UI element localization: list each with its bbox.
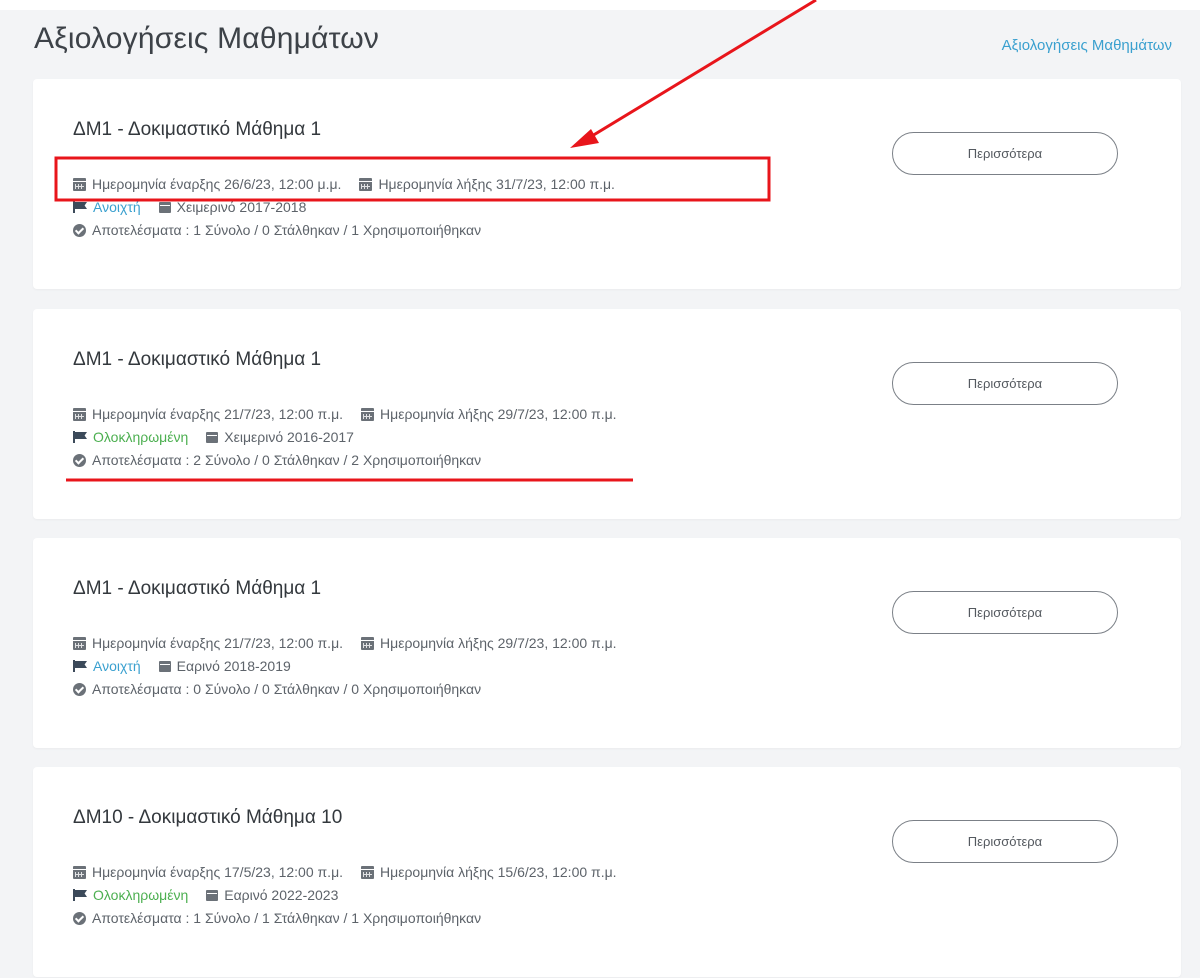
calendar-icon	[73, 177, 86, 191]
calendar-icon	[361, 636, 375, 650]
check-circle-icon	[73, 223, 86, 237]
check-circle-icon	[73, 911, 86, 925]
evaluation-card: ΔΜ1 - Δοκιμαστικό Μάθημα 1 Ημερομηνία έν…	[33, 79, 1181, 289]
date-row: Ημερομηνία έναρξης 21/7/23, 12:00 π.μ. Η…	[73, 635, 617, 651]
folder-icon	[206, 431, 219, 443]
results-row: Αποτελέσματα : 1 Σύνολο / 1 Στάλθηκαν / …	[73, 910, 481, 926]
status-row: Ολοκληρωμένη Χειμερινό 2016-2017	[73, 429, 354, 445]
check-circle-icon	[73, 682, 86, 696]
calendar-icon	[73, 407, 86, 421]
course-title: ΔΜ1 - Δοκιμαστικό Μάθημα 1	[73, 578, 322, 599]
results-summary: Αποτελέσματα : 2 Σύνολο / 0 Στάλθηκαν / …	[92, 452, 482, 468]
calendar-icon	[73, 865, 86, 879]
end-date: Ημερομηνία λήξης 15/6/23, 12:00 π.μ.	[380, 864, 617, 880]
evaluation-card: ΔΜ1 - Δοκιμαστικό Μάθημα 1 Ημερομηνία έν…	[33, 309, 1181, 519]
course-title: ΔΜ10 - Δοκιμαστικό Μάθημα 10	[73, 807, 343, 828]
calendar-icon	[361, 407, 375, 421]
evaluation-card: ΔΜ1 - Δοκιμαστικό Μάθημα 1 Ημερομηνία έν…	[33, 538, 1181, 748]
semester-label: Εαρινό 2022-2023	[224, 887, 339, 903]
status-row: Ανοιχτή Χειμερινό 2017-2018	[73, 199, 306, 215]
folder-icon	[206, 889, 219, 901]
folder-icon	[158, 201, 171, 213]
flag-icon	[73, 889, 87, 901]
semester-label: Εαρινό 2018-2019	[176, 658, 291, 674]
breadcrumb-link[interactable]: Αξιολογήσεις Μαθημάτων	[1002, 37, 1172, 54]
page-title: Αξιολογήσεις Μαθημάτων	[34, 22, 380, 55]
calendar-icon	[359, 177, 373, 191]
results-row: Αποτελέσματα : 2 Σύνολο / 0 Στάλθηκαν / …	[73, 452, 481, 468]
results-summary: Αποτελέσματα : 1 Σύνολο / 0 Στάλθηκαν / …	[92, 222, 482, 238]
more-button[interactable]: Περισσότερα	[892, 362, 1118, 405]
date-row: Ημερομηνία έναρξης 21/7/23, 12:00 π.μ. Η…	[73, 406, 617, 422]
start-date: Ημερομηνία έναρξης 21/7/23, 12:00 π.μ.	[92, 635, 344, 651]
more-button[interactable]: Περισσότερα	[892, 591, 1118, 634]
folder-icon	[158, 660, 171, 672]
results-row: Αποτελέσματα : 1 Σύνολο / 0 Στάλθηκαν / …	[73, 222, 481, 238]
course-title: ΔΜ1 - Δοκιμαστικό Μάθημα 1	[73, 349, 322, 370]
status-label: Ανοιχτή	[93, 658, 141, 674]
status-label: Ολοκληρωμένη	[93, 429, 189, 445]
start-date: Ημερομηνία έναρξης 21/7/23, 12:00 π.μ.	[92, 406, 344, 422]
results-row: Αποτελέσματα : 0 Σύνολο / 0 Στάλθηκαν / …	[73, 681, 481, 697]
status-label: Ολοκληρωμένη	[93, 887, 189, 903]
check-circle-icon	[73, 453, 86, 467]
flag-icon	[73, 431, 87, 443]
more-button[interactable]: Περισσότερα	[892, 132, 1118, 175]
status-label: Ανοιχτή	[93, 199, 141, 215]
end-date: Ημερομηνία λήξης 29/7/23, 12:00 π.μ.	[380, 406, 617, 422]
end-date: Ημερομηνία λήξης 29/7/23, 12:00 π.μ.	[380, 635, 617, 651]
flag-icon	[73, 201, 87, 213]
end-date: Ημερομηνία λήξης 31/7/23, 12:00 π.μ.	[378, 176, 615, 192]
results-summary: Αποτελέσματα : 1 Σύνολο / 1 Στάλθηκαν / …	[92, 910, 482, 926]
semester-label: Χειμερινό 2017-2018	[176, 199, 307, 215]
evaluation-card: ΔΜ10 - Δοκιμαστικό Μάθημα 10 Ημερομηνία …	[33, 767, 1181, 977]
flag-icon	[73, 660, 87, 672]
semester-label: Χειμερινό 2016-2017	[224, 429, 354, 445]
date-row: Ημερομηνία έναρξης 17/5/23, 12:00 π.μ. Η…	[73, 864, 617, 880]
calendar-icon	[73, 636, 86, 650]
course-title: ΔΜ1 - Δοκιμαστικό Μάθημα 1	[73, 119, 322, 140]
start-date: Ημερομηνία έναρξης 17/5/23, 12:00 π.μ.	[92, 864, 344, 880]
status-row: Ολοκληρωμένη Εαρινό 2022-2023	[73, 887, 338, 903]
top-bar	[0, 0, 1200, 10]
calendar-icon	[361, 865, 375, 879]
start-date: Ημερομηνία έναρξης 26/6/23, 12:00 μ.μ.	[92, 176, 342, 192]
more-button[interactable]: Περισσότερα	[892, 820, 1118, 863]
results-summary: Αποτελέσματα : 0 Σύνολο / 0 Στάλθηκαν / …	[92, 681, 482, 697]
date-row: Ημερομηνία έναρξης 26/6/23, 12:00 μ.μ. Η…	[73, 176, 615, 192]
status-row: Ανοιχτή Εαρινό 2018-2019	[73, 658, 291, 674]
